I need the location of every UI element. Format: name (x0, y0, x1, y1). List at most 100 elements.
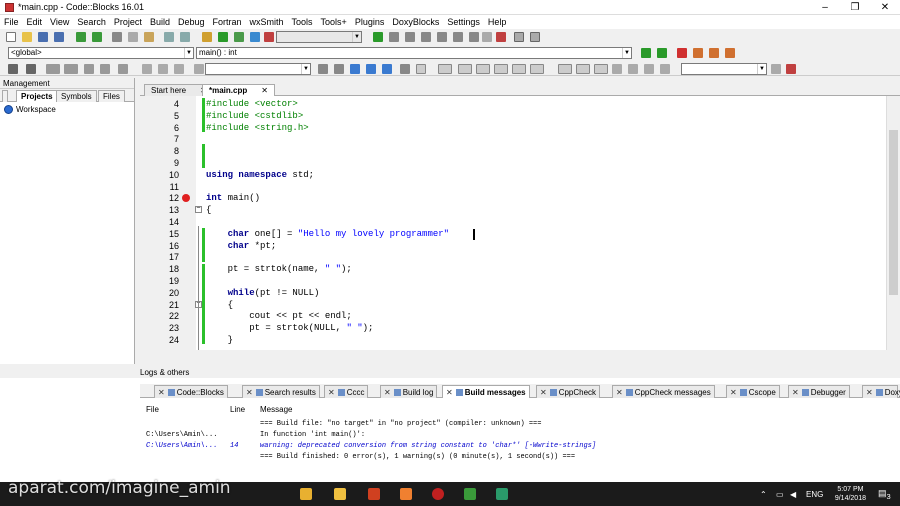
close-log-tab-icon[interactable]: ✕ (446, 388, 453, 397)
menu-build[interactable]: Build (146, 15, 174, 29)
tab-files[interactable]: Files (98, 90, 125, 102)
code-line[interactable]: 13 −{ (140, 204, 886, 216)
record-app-icon[interactable] (432, 488, 444, 500)
doxy-5-icon[interactable] (494, 64, 508, 74)
network-icon[interactable]: ▭ (776, 490, 784, 499)
menu-project[interactable]: Project (110, 15, 146, 29)
doxy-8-icon[interactable] (558, 64, 572, 74)
close-log-tab-icon[interactable]: ✕ (730, 388, 737, 397)
prev-bookmark-icon[interactable] (693, 48, 703, 58)
app-orange-icon[interactable] (400, 488, 412, 500)
run-icon[interactable] (218, 32, 228, 42)
close-tab-icon[interactable]: ✕ (261, 86, 268, 95)
log-tab-doxyblocks[interactable]: ✕ DoxyB (862, 385, 900, 398)
log-tab-build-messages[interactable]: ✕ Build messages (442, 385, 530, 398)
message-cell-line[interactable]: 14 (230, 441, 238, 452)
prev-icon[interactable] (142, 64, 152, 74)
next-bookmark-icon[interactable] (709, 48, 719, 58)
find-next-icon[interactable] (334, 64, 344, 74)
close-log-tab-icon[interactable]: ✕ (328, 388, 335, 397)
message-cell-message[interactable]: === Build file: "no target" in "no proje… (260, 419, 541, 430)
code-line[interactable]: 8 (140, 145, 886, 157)
menu-edit[interactable]: Edit (23, 15, 47, 29)
debug-info-icon[interactable] (530, 32, 540, 42)
log-tab-cppcheck[interactable]: ✕ CppCheck (536, 385, 601, 398)
tab-main-cpp[interactable]: *main.cpp ✕ (202, 84, 275, 96)
zoom-out-icon[interactable] (628, 64, 638, 74)
doxy-1-icon[interactable] (416, 64, 426, 74)
code-editor[interactable]: 4 #include <vector> 5 #include <cstdlib> 6 #i… (140, 96, 886, 350)
toggle-comment-icon[interactable] (84, 64, 94, 74)
menu-debug[interactable]: Debug (174, 15, 209, 29)
close-button[interactable]: ✕ (870, 0, 900, 15)
code-line[interactable]: 7 (140, 133, 886, 145)
build-icon[interactable] (202, 32, 212, 42)
workspace-item[interactable]: Workspace (0, 102, 134, 117)
stop-debugger-icon[interactable] (496, 32, 506, 42)
next-instruction-icon[interactable] (453, 32, 463, 42)
code-line[interactable]: 4 #include <vector> (140, 98, 886, 110)
jump-back-icon[interactable] (641, 48, 651, 58)
code-line[interactable]: 17 (140, 251, 886, 263)
cut-icon[interactable] (112, 32, 122, 42)
code-line[interactable]: 19 (140, 275, 886, 287)
close-log-tab-icon[interactable]: ✕ (792, 388, 799, 397)
code-line[interactable]: 6 #include <string.h> (140, 122, 886, 134)
menu-help[interactable]: Help (484, 15, 511, 29)
menu-tools-plus[interactable]: Tools+ (317, 15, 351, 29)
breakpoint-icon[interactable] (182, 194, 190, 203)
new-file-icon[interactable] (6, 32, 16, 42)
thread-search-combo[interactable]: ▼ (681, 63, 767, 75)
menu-search[interactable]: Search (73, 15, 110, 29)
close-log-tab-icon[interactable]: ✕ (540, 388, 547, 397)
menu-view[interactable]: View (46, 15, 73, 29)
language-indicator[interactable]: ENG (806, 490, 823, 499)
debug-continue-icon[interactable] (373, 32, 383, 42)
code-line[interactable]: 9 (140, 157, 886, 169)
code-line[interactable]: 18 pt = strtok(name, " "); (140, 263, 886, 275)
log-tab-search-results[interactable]: ✕ Search results (242, 385, 320, 398)
menu-plugins[interactable]: Plugins (351, 15, 389, 29)
code-line[interactable]: 15 char one[] = "Hello my lovely program… (140, 228, 886, 240)
doxy-6-icon[interactable] (512, 64, 526, 74)
search-combo[interactable]: ▼ (205, 63, 311, 75)
message-cell-file[interactable]: C:\Users\Amin\... (146, 441, 217, 452)
pause-icon[interactable] (482, 32, 492, 42)
app-green-icon[interactable] (496, 488, 508, 500)
code-line[interactable]: 14 (140, 216, 886, 228)
log-tab-cscope[interactable]: ✕ Cscope (726, 385, 780, 398)
next-line-icon[interactable] (405, 32, 415, 42)
log-tab-cccc[interactable]: ✕ Cccc (324, 385, 369, 398)
build-run-icon[interactable] (234, 32, 244, 42)
regex-icon[interactable] (400, 64, 410, 74)
copy-icon[interactable] (128, 32, 138, 42)
compile-icon[interactable] (8, 64, 18, 74)
notification-center-icon[interactable]: ▤3 (878, 488, 891, 501)
function-select[interactable]: main() : int ▼ (196, 47, 632, 59)
codeblocks-taskbar-icon[interactable] (464, 488, 476, 500)
close-log-tab-icon[interactable]: ✕ (246, 388, 253, 397)
menu-settings[interactable]: Settings (443, 15, 484, 29)
close-log-tab-icon[interactable]: ✕ (866, 388, 873, 397)
message-cell-message[interactable]: In function 'int main()': (260, 430, 365, 441)
tab-projects[interactable]: Projects (16, 90, 58, 102)
record-icon[interactable] (158, 64, 168, 74)
code-line[interactable]: 22 cout << pt << endl; (140, 310, 886, 322)
code-line[interactable]: 20 while(pt != NULL) (140, 287, 886, 299)
abort-icon[interactable] (264, 32, 274, 42)
doxy-9-icon[interactable] (576, 64, 590, 74)
step-out-icon[interactable] (437, 32, 447, 42)
jump-forward-icon[interactable] (657, 48, 667, 58)
fold-toggle-icon[interactable]: − (195, 206, 202, 214)
spell-check-icon[interactable] (644, 64, 654, 74)
maximize-button[interactable]: ❐ (840, 0, 870, 15)
redo-icon[interactable] (92, 32, 102, 42)
doxy-7-icon[interactable] (530, 64, 544, 74)
tab-scroll-left[interactable] (2, 90, 8, 102)
code-line[interactable]: 10 using namespace std; (140, 169, 886, 181)
doxy-10-icon[interactable] (594, 64, 608, 74)
doxy-4-icon[interactable] (476, 64, 490, 74)
code-line[interactable]: 16 char *pt; (140, 240, 886, 252)
undo-icon[interactable] (76, 32, 86, 42)
step-instruction-icon[interactable] (469, 32, 479, 42)
